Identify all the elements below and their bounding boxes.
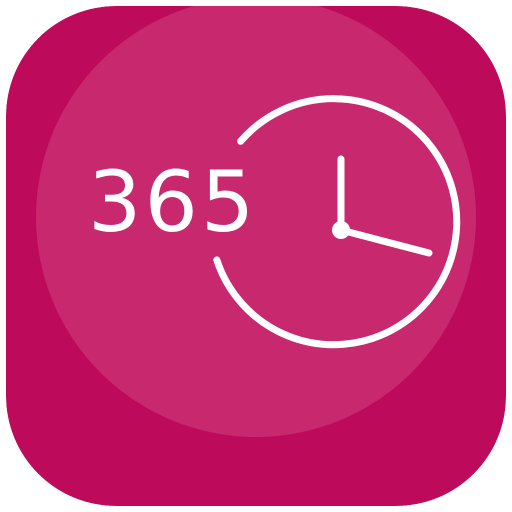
clock-center-dot [332,221,350,239]
canvas: 365 [0,0,512,512]
app-icon-graphic: 365 [6,6,506,506]
app-icon[interactable]: 365 [6,6,506,506]
number-text: 365 [88,153,257,251]
